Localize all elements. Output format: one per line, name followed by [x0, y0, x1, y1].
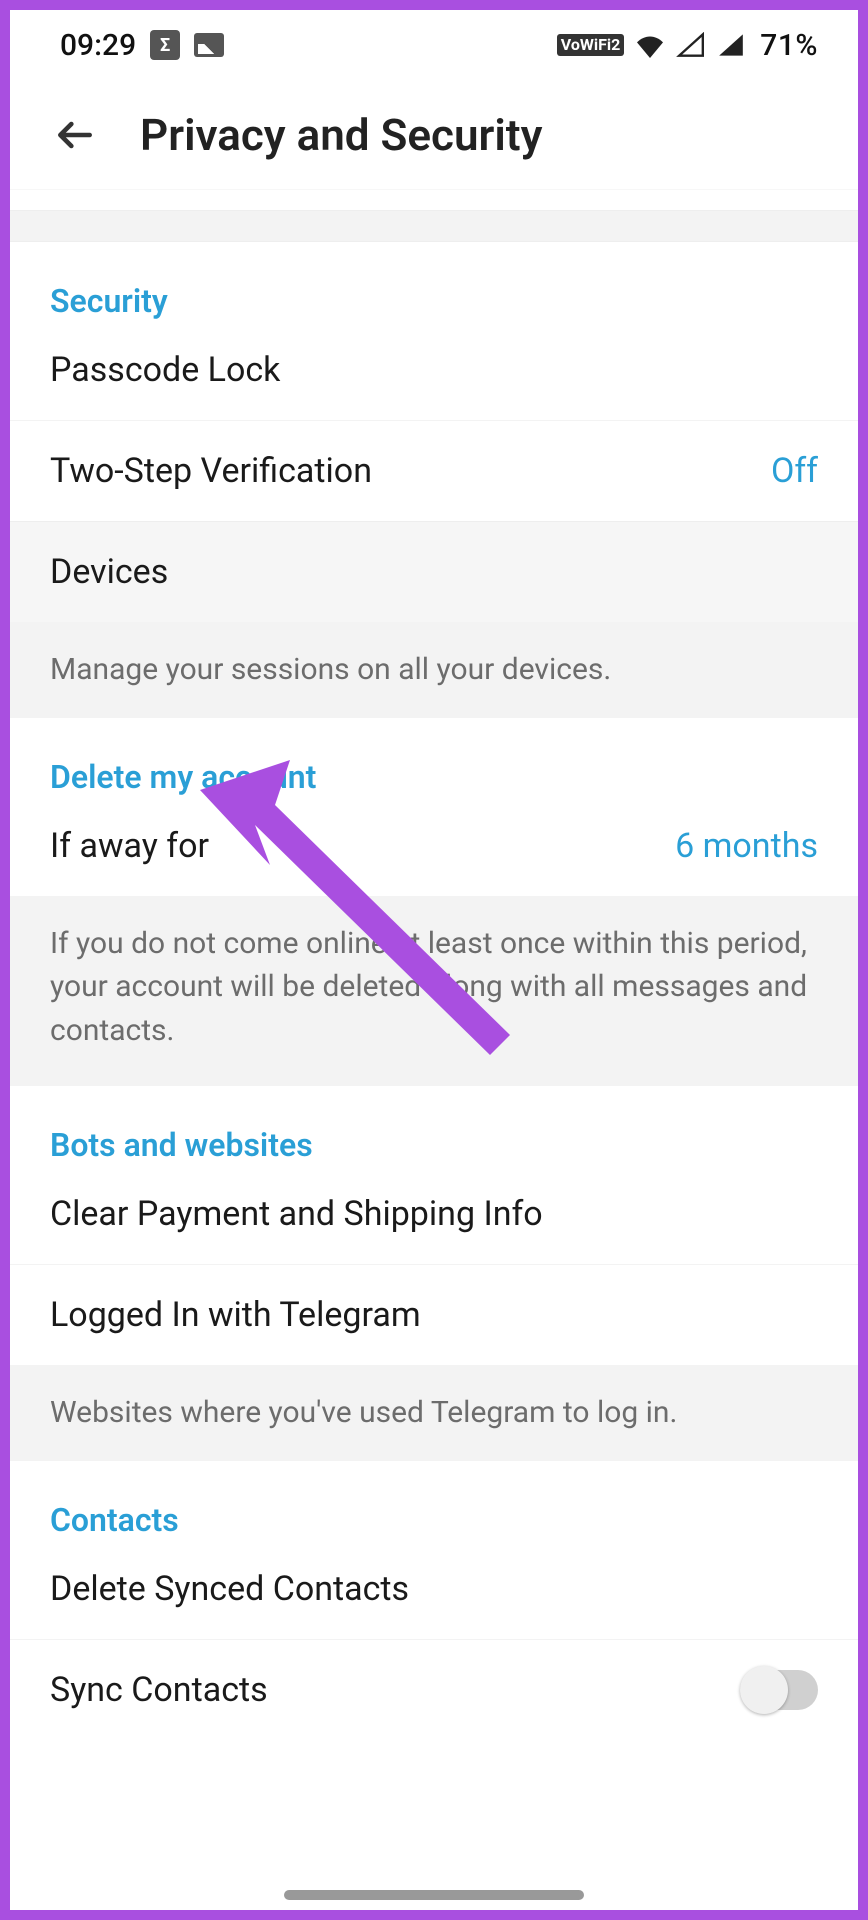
back-button[interactable]: [40, 100, 110, 170]
sync-contacts-toggle[interactable]: [740, 1670, 818, 1710]
gallery-app-icon: [194, 33, 224, 57]
svg-text:x: x: [724, 33, 730, 47]
section-header-delete: Delete my account: [10, 718, 858, 796]
arrow-left-icon: [53, 113, 97, 157]
delete-synced-row[interactable]: Delete Synced Contacts: [10, 1539, 858, 1639]
signal-empty-icon: [676, 32, 706, 58]
devices-label: Devices: [50, 552, 168, 592]
logged-in-label: Logged In with Telegram: [50, 1295, 421, 1335]
vowifi-icon: VoWiFi2: [557, 34, 625, 56]
sigma-app-icon: Σ: [150, 30, 180, 60]
devices-row[interactable]: Devices: [10, 521, 858, 622]
page-title: Privacy and Security: [140, 109, 542, 161]
app-bar: Privacy and Security: [10, 80, 858, 190]
toggle-knob: [740, 1666, 788, 1714]
logged-in-row[interactable]: Logged In with Telegram: [10, 1264, 858, 1365]
two-step-row[interactable]: Two-Step Verification Off: [10, 420, 858, 521]
sync-contacts-label: Sync Contacts: [50, 1670, 268, 1710]
delete-info: If you do not come online at least once …: [10, 896, 858, 1087]
two-step-value: Off: [771, 451, 818, 491]
section-header-contacts: Contacts: [10, 1461, 858, 1539]
two-step-label: Two-Step Verification: [50, 451, 372, 491]
clear-payment-row[interactable]: Clear Payment and Shipping Info: [10, 1164, 858, 1264]
passcode-lock-label: Passcode Lock: [50, 350, 280, 390]
bots-info: Websites where you've used Telegram to l…: [10, 1365, 858, 1461]
passcode-lock-row[interactable]: Passcode Lock: [10, 320, 858, 420]
if-away-label: If away for: [50, 826, 209, 866]
section-header-security: Security: [10, 242, 858, 320]
status-bar: 09:29 Σ VoWiFi2 x 71%: [10, 10, 858, 80]
wifi-icon: [634, 32, 666, 58]
devices-info: Manage your sessions on all your devices…: [10, 622, 858, 718]
if-away-row[interactable]: If away for 6 months: [10, 796, 858, 896]
section-header-bots: Bots and websites: [10, 1086, 858, 1164]
gesture-bar: [284, 1890, 584, 1900]
delete-synced-label: Delete Synced Contacts: [50, 1569, 409, 1609]
if-away-value: 6 months: [675, 826, 818, 866]
sync-contacts-row[interactable]: Sync Contacts: [10, 1639, 858, 1740]
clear-payment-label: Clear Payment and Shipping Info: [50, 1194, 543, 1234]
battery-text: 71%: [760, 28, 818, 63]
section-divider: [10, 210, 858, 242]
status-time: 09:29: [60, 28, 136, 63]
signal-full-icon: x: [716, 32, 746, 58]
